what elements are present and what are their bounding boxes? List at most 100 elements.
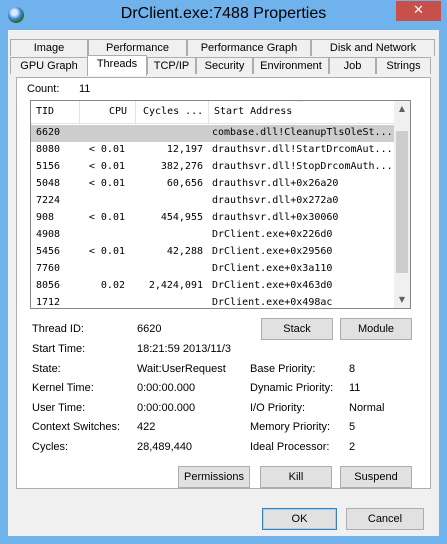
thread-tid-cell: 8056 bbox=[36, 280, 61, 291]
table-row[interactable]: 7760 DrClient.exe+0x3a110 bbox=[31, 261, 395, 278]
list-header: TID CPU Cycles ... Start Address ^ bbox=[31, 101, 395, 124]
thread-address-cell: DrClient.exe+0x498ac bbox=[212, 297, 333, 308]
start-time-value: 18:21:59 2013/11/3 bbox=[137, 343, 231, 355]
properties-window: DrClient.exe:7488 Properties ✕ Image Per… bbox=[0, 0, 447, 544]
col-header-cpu[interactable]: CPU bbox=[109, 106, 127, 117]
ideal-processor-value: 2 bbox=[349, 441, 356, 453]
thread-tid-cell: 6620 bbox=[36, 127, 61, 138]
col-header-tid[interactable]: TID bbox=[36, 106, 54, 117]
thread-address-cell: combase.dll!CleanupTlsOleSt... bbox=[212, 127, 393, 138]
thread-cycles-cell: 42,288 bbox=[166, 246, 203, 257]
count-value: 11 bbox=[79, 83, 91, 95]
memory-priority-label: Memory Priority: bbox=[250, 421, 331, 433]
context-switches-value: 422 bbox=[137, 421, 156, 433]
tab-image[interactable]: Image bbox=[10, 39, 88, 56]
cycles-label: Cycles: bbox=[32, 441, 69, 453]
thread-tid-cell: 5456 bbox=[36, 246, 61, 257]
base-priority-label: Base Priority: bbox=[250, 363, 316, 375]
stack-button[interactable]: Stack bbox=[261, 318, 333, 340]
base-priority-value: 8 bbox=[349, 363, 356, 375]
tab-environment[interactable]: Environment bbox=[253, 57, 329, 74]
thread-tid-cell: 4908 bbox=[36, 229, 61, 240]
table-row[interactable]: 7224 drauthsvr.dll+0x272a0 bbox=[31, 193, 395, 210]
thread-cycles-cell: 12,197 bbox=[166, 144, 203, 155]
tab-job[interactable]: Job bbox=[329, 57, 376, 74]
suspend-button[interactable]: Suspend bbox=[340, 466, 412, 488]
tab-performance[interactable]: Performance bbox=[88, 39, 187, 56]
thread-address-cell: drauthsvr.dll!StopDrcomAuth... bbox=[212, 161, 393, 172]
scroll-up-icon[interactable]: ▲ bbox=[394, 101, 410, 117]
thread-cpu-cell: < 0.01 bbox=[88, 144, 125, 155]
tab-security[interactable]: Security bbox=[196, 57, 253, 74]
scrollbar-thumb[interactable] bbox=[396, 131, 408, 273]
col-header-cycles[interactable]: Cycles ... bbox=[143, 106, 203, 117]
module-button[interactable]: Module bbox=[340, 318, 412, 340]
thread-cpu-cell: < 0.01 bbox=[88, 246, 125, 257]
tab-threads[interactable]: Threads bbox=[87, 55, 147, 76]
tab-strings[interactable]: Strings bbox=[376, 57, 431, 74]
thread-tid-cell: 5048 bbox=[36, 178, 61, 189]
table-row[interactable]: 5456 < 0.01 42,288 DrClient.exe+0x29560 bbox=[31, 244, 395, 261]
thread-tid-cell: 1712 bbox=[36, 297, 61, 308]
permissions-button[interactable]: Permissions bbox=[178, 466, 250, 488]
dynamic-priority-label: Dynamic Priority: bbox=[250, 382, 334, 394]
cycles-value: 28,489,440 bbox=[137, 441, 193, 453]
thread-cycles-cell: 60,656 bbox=[166, 178, 203, 189]
tab-tcp-ip[interactable]: TCP/IP bbox=[147, 57, 196, 74]
context-switches-label: Context Switches: bbox=[32, 421, 121, 433]
window-title: DrClient.exe:7488 Properties bbox=[120, 5, 327, 22]
thread-tid-cell: 8080 bbox=[36, 144, 61, 155]
col-header-start-address[interactable]: Start Address bbox=[214, 106, 292, 117]
table-row[interactable]: 8080 < 0.01 12,197 drauthsvr.dll!StartDrcom… bbox=[31, 142, 395, 159]
title-bar[interactable]: DrClient.exe:7488 Properties ✕ bbox=[0, 0, 447, 30]
thread-address-cell: drauthsvr.dll+0x272a0 bbox=[212, 195, 339, 206]
table-row[interactable]: 1712 DrClient.exe+0x498ac bbox=[31, 295, 395, 308]
memory-priority-value: 5 bbox=[349, 421, 356, 433]
thread-address-cell: DrClient.exe+0x3a110 bbox=[212, 263, 333, 274]
user-time-label: User Time: bbox=[32, 402, 86, 414]
kernel-time-value: 0:00:00.000 bbox=[137, 382, 196, 394]
thread-address-cell: drauthsvr.dll!StartDrcomAut... bbox=[212, 144, 393, 155]
state-label: State: bbox=[32, 363, 61, 375]
thread-address-cell: drauthsvr.dll+0x26a20 bbox=[212, 178, 339, 189]
thread-cpu-cell: 0.02 bbox=[100, 280, 125, 291]
thread-tid-cell: 7760 bbox=[36, 263, 61, 274]
state-value: Wait:UserRequest bbox=[137, 363, 226, 375]
thread-id-label: Thread ID: bbox=[32, 323, 84, 335]
table-row[interactable]: 5156 < 0.01 382,276 drauthsvr.dll!StopDrcom… bbox=[31, 159, 395, 176]
thread-tid-cell: 7224 bbox=[36, 195, 61, 206]
scroll-down-icon[interactable]: ▼ bbox=[394, 292, 410, 308]
sort-arrow-icon: ^ bbox=[297, 100, 302, 107]
kill-button[interactable]: Kill bbox=[260, 466, 332, 488]
list-rows: 6620 combase.dll!CleanupTlsOleSt... 8080 < … bbox=[31, 125, 395, 308]
thread-id-value: 6620 bbox=[137, 323, 162, 335]
tab-gpu-graph[interactable]: GPU Graph bbox=[10, 57, 88, 74]
table-row[interactable]: 5048 < 0.01 60,656 drauthsvr.dll+0x26a20 bbox=[31, 176, 395, 193]
thread-cycles-cell: 454,955 bbox=[160, 212, 203, 223]
ideal-processor-label: Ideal Processor: bbox=[250, 441, 330, 453]
tab-performance-graph[interactable]: Performance Graph bbox=[187, 39, 311, 56]
ok-button[interactable]: OK bbox=[262, 508, 337, 530]
count-label: Count: bbox=[27, 83, 60, 95]
thread-cycles-cell: 382,276 bbox=[160, 161, 203, 172]
close-button[interactable]: ✕ bbox=[396, 1, 441, 21]
io-priority-value: Normal bbox=[349, 402, 385, 414]
table-row[interactable]: 6620 combase.dll!CleanupTlsOleSt... bbox=[31, 125, 395, 142]
threads-list[interactable]: TID CPU Cycles ... Start Address ^ 6620 c… bbox=[30, 100, 411, 309]
io-priority-label: I/O Priority: bbox=[250, 402, 306, 414]
thread-address-cell: DrClient.exe+0x226d0 bbox=[212, 229, 333, 240]
dynamic-priority-value: 11 bbox=[349, 382, 361, 394]
thread-tid-cell: 5156 bbox=[36, 161, 61, 172]
thread-tid-cell: 908 bbox=[36, 212, 55, 223]
cancel-button[interactable]: Cancel bbox=[346, 508, 424, 530]
thread-address-cell: DrClient.exe+0x29560 bbox=[212, 246, 333, 257]
table-row[interactable]: 4908 DrClient.exe+0x226d0 bbox=[31, 227, 395, 244]
thread-address-cell: drauthsvr.dll+0x30060 bbox=[212, 212, 339, 223]
thread-cpu-cell: < 0.01 bbox=[88, 178, 125, 189]
start-time-label: Start Time: bbox=[32, 343, 86, 355]
thread-address-cell: DrClient.exe+0x463d0 bbox=[212, 280, 333, 291]
table-row[interactable]: 908 < 0.01 454,955 drauthsvr.dll+0x30060 bbox=[31, 210, 395, 227]
tab-disk-and-network[interactable]: Disk and Network bbox=[311, 39, 435, 56]
table-row[interactable]: 8056 0.02 2,424,091 DrClient.exe+0x463d0 bbox=[31, 278, 395, 295]
vertical-scrollbar[interactable]: ▲ ▼ bbox=[394, 101, 410, 308]
